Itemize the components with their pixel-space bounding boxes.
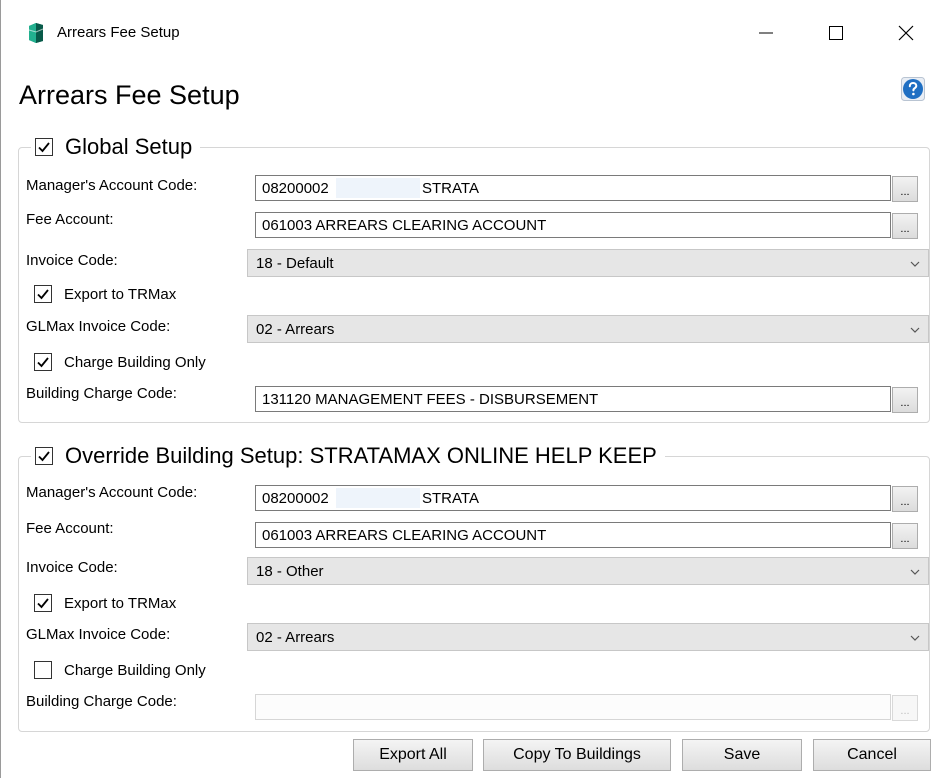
global-setup-checkbox[interactable] <box>35 138 53 156</box>
global-setup-label: Global Setup <box>65 134 193 159</box>
override-charge-building-only-checkbox[interactable] <box>34 661 52 679</box>
override-export-to-trmax-label: Export to TRMax <box>64 594 177 612</box>
invoice-code-select[interactable]: 18 - Default <box>247 249 929 277</box>
override-invoice-code-value: 18 - Other <box>256 562 324 580</box>
override-export-to-trmax-checkbox-row[interactable]: Export to TRMax <box>34 594 176 612</box>
override-manager-account-lookup-button[interactable]: ... <box>892 486 918 512</box>
chevron-down-icon <box>910 635 920 641</box>
override-manager-account-code-value: 08200002 <box>262 489 329 507</box>
glmax-invoice-code-select[interactable]: 02 - Arrears <box>247 315 929 343</box>
building-charge-code-label: Building Charge Code: <box>26 385 177 402</box>
maximize-icon <box>829 26 843 40</box>
export-all-button[interactable]: Export All <box>353 739 473 771</box>
charge-building-only-checkbox[interactable] <box>34 353 52 371</box>
manager-account-lookup-button[interactable]: ... <box>892 176 918 202</box>
override-building-setup-group: Override Building Setup: STRATAMAX ONLIN… <box>18 443 930 732</box>
override-building-setup-legend[interactable]: Override Building Setup: STRATAMAX ONLIN… <box>31 443 665 469</box>
cancel-button[interactable]: Cancel <box>813 739 931 771</box>
override-building-charge-code-label: Building Charge Code: <box>26 693 177 710</box>
override-fee-account-label: Fee Account: <box>26 520 114 537</box>
save-button[interactable]: Save <box>682 739 802 771</box>
global-setup-legend[interactable]: Global Setup <box>31 134 201 160</box>
question-mark-icon[interactable] <box>901 77 925 101</box>
override-building-setup-label: Override Building Setup: STRATAMAX ONLIN… <box>65 443 657 468</box>
global-setup-group: Global Setup Manager's Account Code: 082… <box>18 134 930 423</box>
override-glmax-invoice-code-value: 02 - Arrears <box>256 628 335 646</box>
minimize-button[interactable] <box>743 10 789 56</box>
charge-building-only-label: Charge Building Only <box>64 353 206 371</box>
manager-account-code-spacer <box>336 178 420 198</box>
fee-account-label: Fee Account: <box>26 211 114 228</box>
database-icon <box>28 23 44 43</box>
invoice-code-label: Invoice Code: <box>26 252 118 269</box>
title-bar: Arrears Fee Setup <box>1 0 933 62</box>
glmax-invoice-code-value: 02 - Arrears <box>256 320 335 338</box>
chevron-down-icon <box>910 261 920 267</box>
maximize-button[interactable] <box>813 10 859 56</box>
manager-account-code-value: 08200002 <box>262 179 329 197</box>
override-manager-account-code-label: Manager's Account Code: <box>26 484 198 501</box>
fee-account-field[interactable]: 061003 ARREARS CLEARING ACCOUNT <box>255 212 891 238</box>
override-manager-account-code-field[interactable]: 08200002 STRATA <box>255 485 891 511</box>
chevron-down-icon <box>910 327 920 333</box>
export-to-trmax-checkbox[interactable] <box>34 285 52 303</box>
manager-account-code-field[interactable]: 08200002 STRATA <box>255 175 891 201</box>
glmax-invoice-code-label: GLMax Invoice Code: <box>26 318 171 335</box>
building-charge-code-field[interactable]: 131120 MANAGEMENT FEES - DISBURSEMENT <box>255 386 891 412</box>
export-to-trmax-label: Export to TRMax <box>64 285 177 303</box>
override-invoice-code-select[interactable]: 18 - Other <box>247 557 929 585</box>
override-building-setup-checkbox[interactable] <box>35 447 53 465</box>
close-icon <box>898 25 914 41</box>
close-button[interactable] <box>883 10 929 56</box>
manager-account-name-value: STRATA <box>422 179 479 197</box>
fee-account-lookup-button[interactable]: ... <box>892 213 918 239</box>
override-building-charge-code-field[interactable] <box>255 694 891 720</box>
chevron-down-icon <box>910 569 920 575</box>
override-fee-account-lookup-button[interactable]: ... <box>892 523 918 549</box>
override-export-to-trmax-checkbox[interactable] <box>34 594 52 612</box>
copy-to-buildings-button[interactable]: Copy To Buildings <box>483 739 671 771</box>
override-manager-account-code-spacer <box>336 488 420 508</box>
override-glmax-invoice-code-label: GLMax Invoice Code: <box>26 626 171 643</box>
override-manager-account-name-value: STRATA <box>422 489 479 507</box>
page-title: Arrears Fee Setup <box>19 80 240 110</box>
override-charge-building-only-checkbox-row[interactable]: Charge Building Only <box>34 661 206 679</box>
override-charge-building-only-label: Charge Building Only <box>64 661 206 679</box>
building-charge-code-lookup-button[interactable]: ... <box>892 387 918 413</box>
window-title: Arrears Fee Setup <box>57 24 180 41</box>
override-building-charge-code-lookup-button[interactable]: ... <box>892 695 918 721</box>
minimize-icon <box>759 32 773 34</box>
override-glmax-invoice-code-select[interactable]: 02 - Arrears <box>247 623 929 651</box>
manager-account-code-label: Manager's Account Code: <box>26 177 198 194</box>
override-fee-account-field[interactable]: 061003 ARREARS CLEARING ACCOUNT <box>255 522 891 548</box>
export-to-trmax-checkbox-row[interactable]: Export to TRMax <box>34 285 176 303</box>
charge-building-only-checkbox-row[interactable]: Charge Building Only <box>34 353 206 371</box>
override-invoice-code-label: Invoice Code: <box>26 559 118 576</box>
arrears-fee-setup-window: Arrears Fee Setup Arrears Fee Setup Glob… <box>0 0 933 778</box>
invoice-code-value: 18 - Default <box>256 254 334 272</box>
